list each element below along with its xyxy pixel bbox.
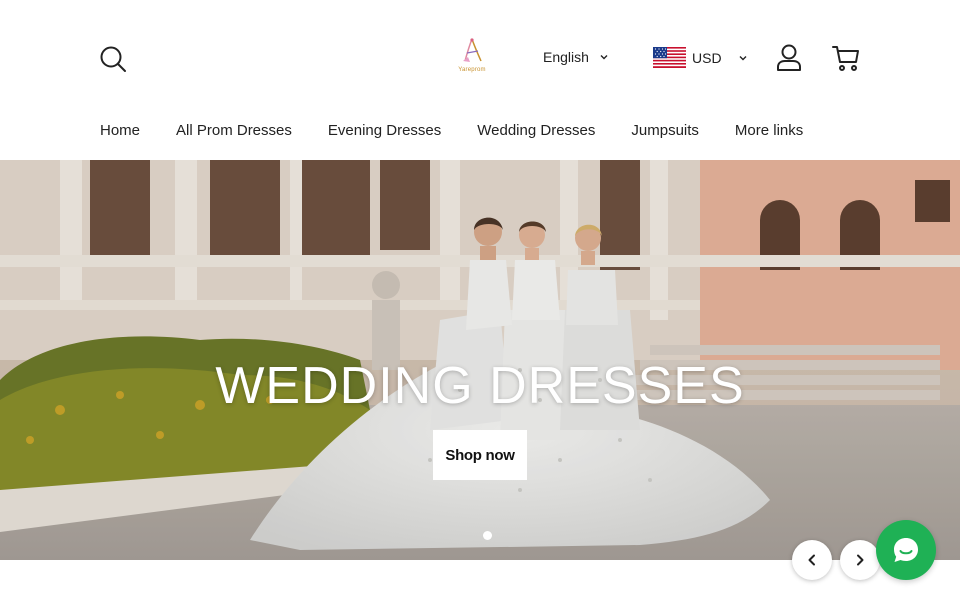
nav-item-jumpsuits[interactable]: Jumpsuits <box>631 122 699 139</box>
cart-icon[interactable] <box>832 44 860 72</box>
language-selector[interactable]: English <box>543 49 609 65</box>
site-logo[interactable]: Yareprom <box>452 36 492 82</box>
slide-dot-active[interactable] <box>483 531 492 540</box>
currency-selector[interactable]: USD <box>653 47 748 68</box>
us-flag-icon <box>653 47 686 68</box>
logo-icon <box>463 38 482 62</box>
logo-text: Yareprom <box>458 67 486 73</box>
nav-item-home[interactable]: Home <box>100 122 140 139</box>
site-header: Yareprom English USD <box>0 0 960 110</box>
language-label: English <box>543 49 589 65</box>
nav-item-evening-dresses[interactable]: Evening Dresses <box>328 122 441 139</box>
chevron-left-icon <box>808 554 815 566</box>
carousel-prev-button[interactable] <box>792 540 832 580</box>
nav-item-more-links[interactable]: More links <box>735 122 803 139</box>
chevron-down-icon <box>739 55 747 60</box>
search-icon[interactable] <box>98 44 128 74</box>
chat-button[interactable] <box>876 520 936 580</box>
hero-banner: WEDDING DRESSES Shop now <box>0 160 960 560</box>
chevron-right-icon <box>857 554 864 566</box>
chevron-down-icon <box>600 55 608 60</box>
user-icon[interactable] <box>776 44 802 72</box>
shop-now-button[interactable]: Shop now <box>433 430 527 480</box>
main-nav: Home All Prom Dresses Evening Dresses We… <box>100 122 803 139</box>
currency-label: USD <box>692 49 722 66</box>
chat-icon <box>894 538 918 562</box>
nav-item-wedding-dresses[interactable]: Wedding Dresses <box>477 122 595 139</box>
nav-item-all-prom-dresses[interactable]: All Prom Dresses <box>176 122 292 139</box>
carousel-next-button[interactable] <box>840 540 880 580</box>
hero-title: WEDDING DRESSES <box>215 357 745 415</box>
